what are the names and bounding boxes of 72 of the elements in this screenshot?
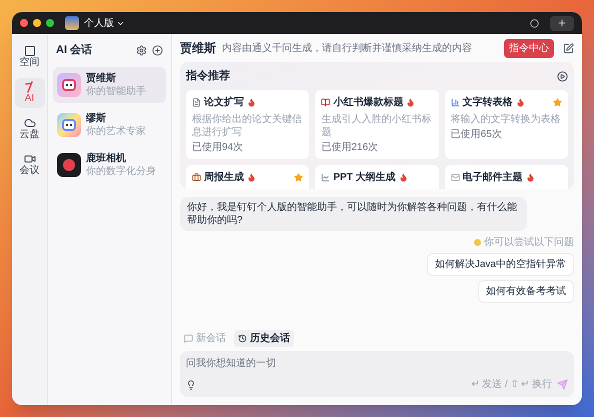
suggestion-hint: 你可以尝试以下问题 — [484, 236, 574, 248]
history-icon — [238, 334, 247, 343]
command-card[interactable]: PPT 大纲生成 — [315, 164, 439, 188]
star-icon[interactable] — [294, 172, 304, 182]
nav-item[interactable]: 会议 — [14, 150, 44, 180]
command-center-button[interactable]: 指令中心 — [504, 38, 554, 58]
video-icon — [24, 153, 36, 165]
session-name: 鹿班相机 — [86, 152, 127, 164]
card-title: 小红书爆款标题 — [333, 96, 404, 110]
cloud-icon — [24, 117, 36, 129]
settings-icon[interactable] — [136, 44, 147, 56]
line-chart-icon — [321, 172, 330, 182]
card-description: 根据你给出的论文关键信息进行扩写 — [192, 112, 303, 138]
bar-chart-icon — [450, 98, 460, 106]
panel-title: 指令推荐 — [186, 68, 230, 84]
chat-bubble-icon — [184, 334, 193, 343]
card-description: 生成引人入胜的小红书标题 — [321, 112, 432, 138]
card-description: 将输入的文字转换为表格 — [450, 112, 562, 126]
plus-icon — [557, 18, 567, 28]
lightbulb-icon[interactable] — [186, 380, 196, 390]
session-subtitle: 你的数字化分身 — [86, 164, 156, 178]
command-card[interactable]: 文字转表格 将输入的文字转换为表格 已使用65次 — [444, 90, 568, 158]
maximize-window-button[interactable] — [46, 19, 54, 27]
usage-count: 已使用216次 — [321, 142, 380, 154]
add-button[interactable] — [550, 16, 574, 30]
document-icon — [192, 98, 201, 106]
card-title: 电子邮件主题 — [462, 170, 523, 184]
close-window-button[interactable] — [20, 19, 28, 27]
command-card[interactable]: 周报生成 — [186, 164, 310, 188]
command-card[interactable]: 电子邮件主题 — [444, 164, 568, 188]
robot-avatar — [57, 72, 81, 96]
camera-avatar — [57, 152, 81, 176]
conversation-tab[interactable]: 历史会话 — [234, 330, 294, 347]
assistant-name: 贾维斯 — [180, 40, 216, 57]
panel-title: AI 会话 — [56, 42, 92, 58]
session-item[interactable]: 鹿班相机 你的数字化分身 — [53, 146, 166, 182]
shortcut-hint: ↵ 发送 / ⇧ ↵ 换行 — [471, 378, 552, 392]
edit-icon[interactable] — [563, 42, 574, 54]
session-subtitle: 你的艺术专家 — [86, 124, 146, 138]
card-title: 论文扩写 — [204, 95, 244, 110]
session-item[interactable]: 贾维斯 你的智能助手 — [53, 66, 166, 102]
nav-item[interactable]: 空间 — [14, 42, 44, 72]
command-card[interactable]: 小红书爆款标题 生成引人入胜的小红书标题 已使用216次 — [315, 90, 439, 158]
play-icon[interactable] — [557, 70, 568, 82]
disclaimer-text: 内容由通义千问生成，请自行判断并谨慎采纳生成的内容 — [222, 42, 472, 56]
session-subtitle: 你的智能助手 — [86, 84, 146, 98]
book-icon — [321, 98, 330, 106]
ai-icon — [24, 81, 36, 93]
message-bubble: 你好，我是钉钉个人版的智能助手，可以随时为你解答各种问题，有什么能帮助你的吗? — [180, 196, 527, 230]
command-card[interactable]: 论文扩写 根据你给出的论文关键信息进行扩写 已使用94次 — [186, 90, 310, 158]
profile-avatar[interactable] — [65, 16, 79, 30]
card-title: 文字转表格 — [462, 95, 513, 110]
briefcase-icon — [192, 172, 201, 182]
session-name: 缪斯 — [86, 112, 107, 124]
session-item[interactable]: 缪斯 你的艺术专家 — [53, 106, 166, 142]
star-icon[interactable] — [553, 98, 562, 106]
usage-count: 已使用65次 — [450, 128, 503, 140]
card-title: PPT 大纲生成 — [333, 170, 396, 184]
mail-icon — [450, 172, 460, 182]
card-title: 周报生成 — [204, 170, 244, 184]
nav-item[interactable]: 云盘 — [14, 114, 44, 144]
usage-count: 已使用94次 — [192, 142, 244, 154]
suggested-question[interactable]: 如何解决Java中的空指针异常 — [426, 252, 574, 276]
message-input-field[interactable]: 问我你想知道的一切 — [186, 356, 568, 371]
add-session-icon[interactable] — [152, 44, 163, 56]
circle-icon[interactable] — [530, 18, 539, 28]
suggested-question[interactable]: 如何有效备考考试 — [478, 280, 574, 302]
square-icon — [24, 45, 36, 57]
minimize-window-button[interactable] — [33, 19, 41, 27]
robot-avatar — [57, 112, 81, 136]
edition-menu[interactable]: 个人版 — [84, 16, 125, 30]
session-name: 贾维斯 — [86, 72, 117, 84]
